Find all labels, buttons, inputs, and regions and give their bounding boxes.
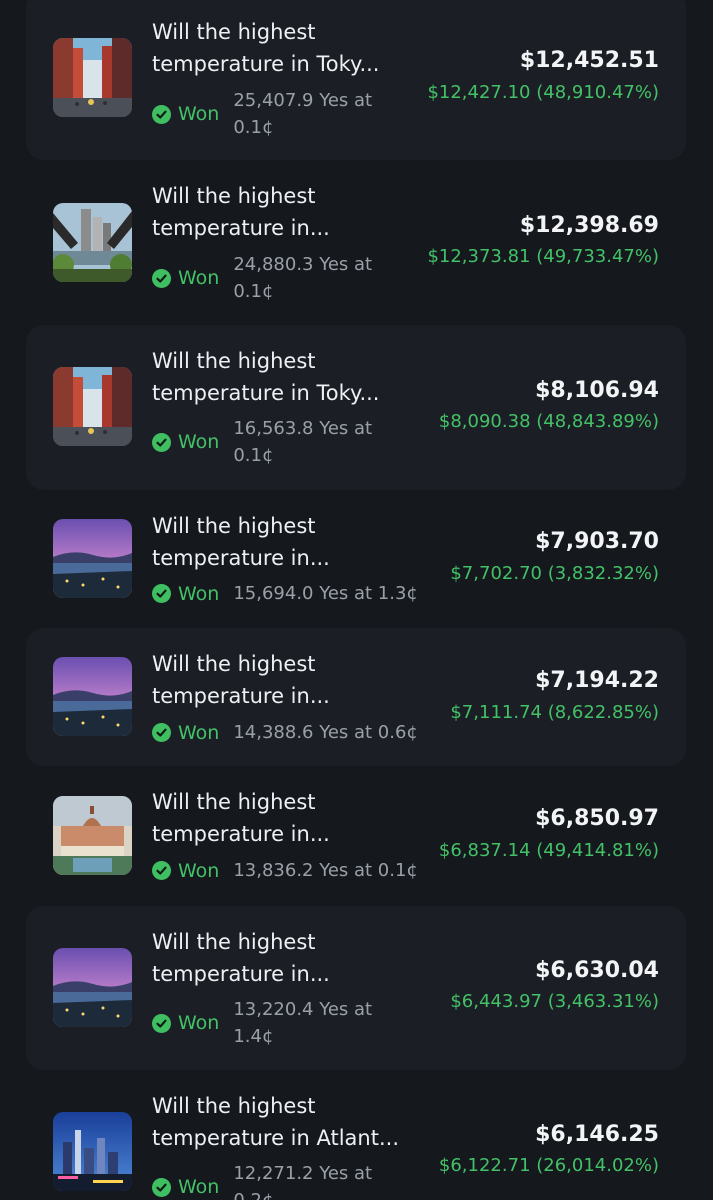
position-pnl: $6,443.97 (3,463.31%) — [450, 991, 659, 1012]
status-label: Won — [178, 582, 220, 605]
market-title[interactable]: Will the highest temperature in... — [152, 926, 414, 990]
check-circle-icon — [152, 268, 171, 288]
market-title[interactable]: Will the highest temperature in... — [152, 648, 414, 712]
position-value: $6,146.25 — [535, 1122, 659, 1147]
status-label: Won — [178, 1012, 220, 1034]
position-status: Won 13,220.4 Yes at 1.4¢ — [152, 996, 393, 1050]
market-thumbnail-tokyo-street — [53, 38, 132, 117]
check-circle-icon — [152, 584, 171, 603]
position-value: $7,194.22 — [535, 668, 659, 693]
position-card[interactable]: Will the highest temperature in Toky... … — [26, 325, 686, 490]
position-status: Won 24,880.3 Yes at 0.1¢ — [152, 251, 393, 305]
position-status: Won 25,407.9 Yes at 0.1¢ — [152, 87, 393, 141]
check-circle-icon — [152, 1013, 171, 1033]
position-status: Won 13,836.2 Yes at 0.1¢ — [152, 857, 418, 884]
position-value: $6,630.04 — [535, 958, 659, 983]
shares-label: 24,880.3 Yes at 0.1¢ — [233, 254, 373, 302]
position-value: $7,903.70 — [535, 529, 659, 554]
position-card[interactable]: Will the highest temperature in Atlant..… — [26, 1070, 686, 1200]
position-pnl: $6,122.71 (26,014.02%) — [438, 1155, 659, 1176]
market-thumbnail-palace — [53, 796, 132, 875]
market-title[interactable]: Will the highest temperature in Toky... — [152, 16, 414, 80]
position-status: Won 15,694.0 Yes at 1.3¢ — [152, 580, 418, 607]
position-value: $6,850.97 — [535, 806, 659, 831]
status-label: Won — [178, 1176, 220, 1198]
position-pnl: $7,702.70 (3,832.32%) — [450, 563, 659, 584]
status-label: Won — [178, 103, 220, 125]
market-thumbnail-harbor-dusk — [53, 948, 132, 1027]
market-thumbnail-harbor-dusk — [53, 519, 132, 598]
position-pnl: $12,373.81 (49,733.47%) — [427, 246, 659, 267]
check-circle-icon — [152, 861, 171, 880]
position-status: Won 14,388.6 Yes at 0.6¢ — [152, 719, 418, 746]
position-card[interactable]: Will the highest temperature in... Won 2… — [26, 160, 686, 325]
market-thumbnail-harbor-dusk — [53, 657, 132, 736]
shares-label: 12,271.2 Yes at 0.2¢ — [233, 1163, 373, 1200]
status-label: Won — [178, 267, 220, 289]
check-circle-icon — [152, 432, 171, 452]
market-thumbnail-city-bridge — [53, 203, 132, 282]
position-pnl: $8,090.38 (48,843.89%) — [438, 411, 659, 432]
position-status: Won 16,563.8 Yes at 0.1¢ — [152, 415, 393, 469]
market-title[interactable]: Will the highest temperature in Toky... — [152, 345, 414, 409]
position-value: $8,106.94 — [535, 378, 659, 403]
position-card[interactable]: Will the highest temperature in Toky... … — [26, 0, 686, 160]
position-value: $12,398.69 — [519, 213, 659, 238]
position-pnl: $6,837.14 (49,414.81%) — [438, 840, 659, 861]
position-card[interactable]: Will the highest temperature in... Won 1… — [26, 490, 686, 628]
status-label: Won — [178, 721, 220, 744]
check-circle-icon — [152, 723, 171, 742]
position-card[interactable]: Will the highest temperature in... Won 1… — [26, 628, 686, 766]
shares-label: 25,407.9 Yes at 0.1¢ — [233, 90, 373, 138]
shares-label: 13,220.4 Yes at 1.4¢ — [233, 999, 373, 1047]
positions-list: Will the highest temperature in Toky... … — [0, 0, 713, 1200]
shares-label: 14,388.6 Yes at 0.6¢ — [233, 722, 418, 743]
check-circle-icon — [152, 1177, 171, 1197]
market-title[interactable]: Will the highest temperature in... — [152, 180, 414, 244]
position-card[interactable]: Will the highest temperature in... Won 1… — [26, 766, 686, 906]
status-label: Won — [178, 859, 220, 882]
market-title[interactable]: Will the highest temperature in Atlant..… — [152, 1090, 414, 1154]
position-card[interactable]: Will the highest temperature in... Won 1… — [26, 906, 686, 1070]
position-pnl: $7,111.74 (8,622.85%) — [450, 702, 659, 723]
status-label: Won — [178, 431, 220, 453]
position-value: $12,452.51 — [519, 48, 659, 73]
check-circle-icon — [152, 104, 171, 124]
market-thumbnail-city-night — [53, 1112, 132, 1191]
position-status: Won 12,271.2 Yes at 0.2¢ — [152, 1160, 393, 1200]
market-title[interactable]: Will the highest temperature in... — [152, 510, 414, 574]
shares-label: 16,563.8 Yes at 0.1¢ — [233, 418, 373, 466]
shares-label: 15,694.0 Yes at 1.3¢ — [233, 583, 418, 604]
shares-label: 13,836.2 Yes at 0.1¢ — [233, 860, 418, 881]
position-pnl: $12,427.10 (48,910.47%) — [427, 82, 659, 103]
market-title[interactable]: Will the highest temperature in... — [152, 786, 414, 850]
market-thumbnail-tokyo-street — [53, 367, 132, 446]
